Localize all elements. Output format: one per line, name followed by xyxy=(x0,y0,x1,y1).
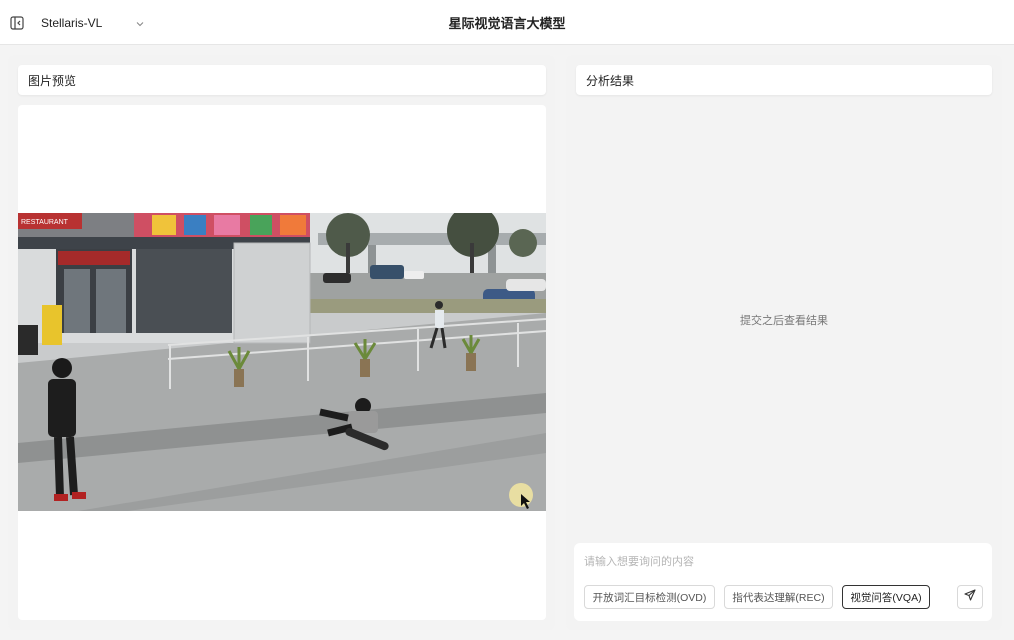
top-bar: 星际视觉语言大模型 Stellaris-VL xyxy=(0,0,1014,45)
preview-image: RESTAURANT xyxy=(18,213,546,511)
restaurant-sign-text: RESTAURANT xyxy=(21,219,69,226)
query-input[interactable] xyxy=(584,551,974,573)
analysis-result-panel: 分析结果 提交之后查看结果 开放词汇目标检测(OVD) 指代表达理解(REC) … xyxy=(566,55,1002,630)
query-card: 开放词汇目标检测(OVD) 指代表达理解(REC) 视觉问答(VQA) xyxy=(574,543,992,621)
image-preview-area[interactable]: RESTAURANT xyxy=(18,105,546,620)
analysis-result-title: 分析结果 xyxy=(576,65,992,95)
image-preview-title: 图片预览 xyxy=(18,65,546,95)
result-placeholder: 提交之后查看结果 xyxy=(740,315,828,327)
mode-button-rec[interactable]: 指代表达理解(REC) xyxy=(724,585,833,609)
model-select-value: Stellaris-VL xyxy=(41,16,103,30)
chevron-down-icon xyxy=(135,16,145,27)
send-button[interactable] xyxy=(957,585,983,609)
image-preview-panel: 图片预览 RESTAURANT xyxy=(8,55,555,630)
sidebar-toggle-icon[interactable] xyxy=(10,16,24,30)
mode-button-vqa[interactable]: 视觉问答(VQA) xyxy=(842,585,930,609)
send-icon xyxy=(964,588,976,606)
mode-button-ovd[interactable]: 开放词汇目标检测(OVD) xyxy=(584,585,715,609)
result-area: 提交之后查看结果 xyxy=(576,105,992,535)
page-title: 星际视觉语言大模型 xyxy=(448,16,566,31)
model-select[interactable]: Stellaris-VL xyxy=(41,12,151,34)
